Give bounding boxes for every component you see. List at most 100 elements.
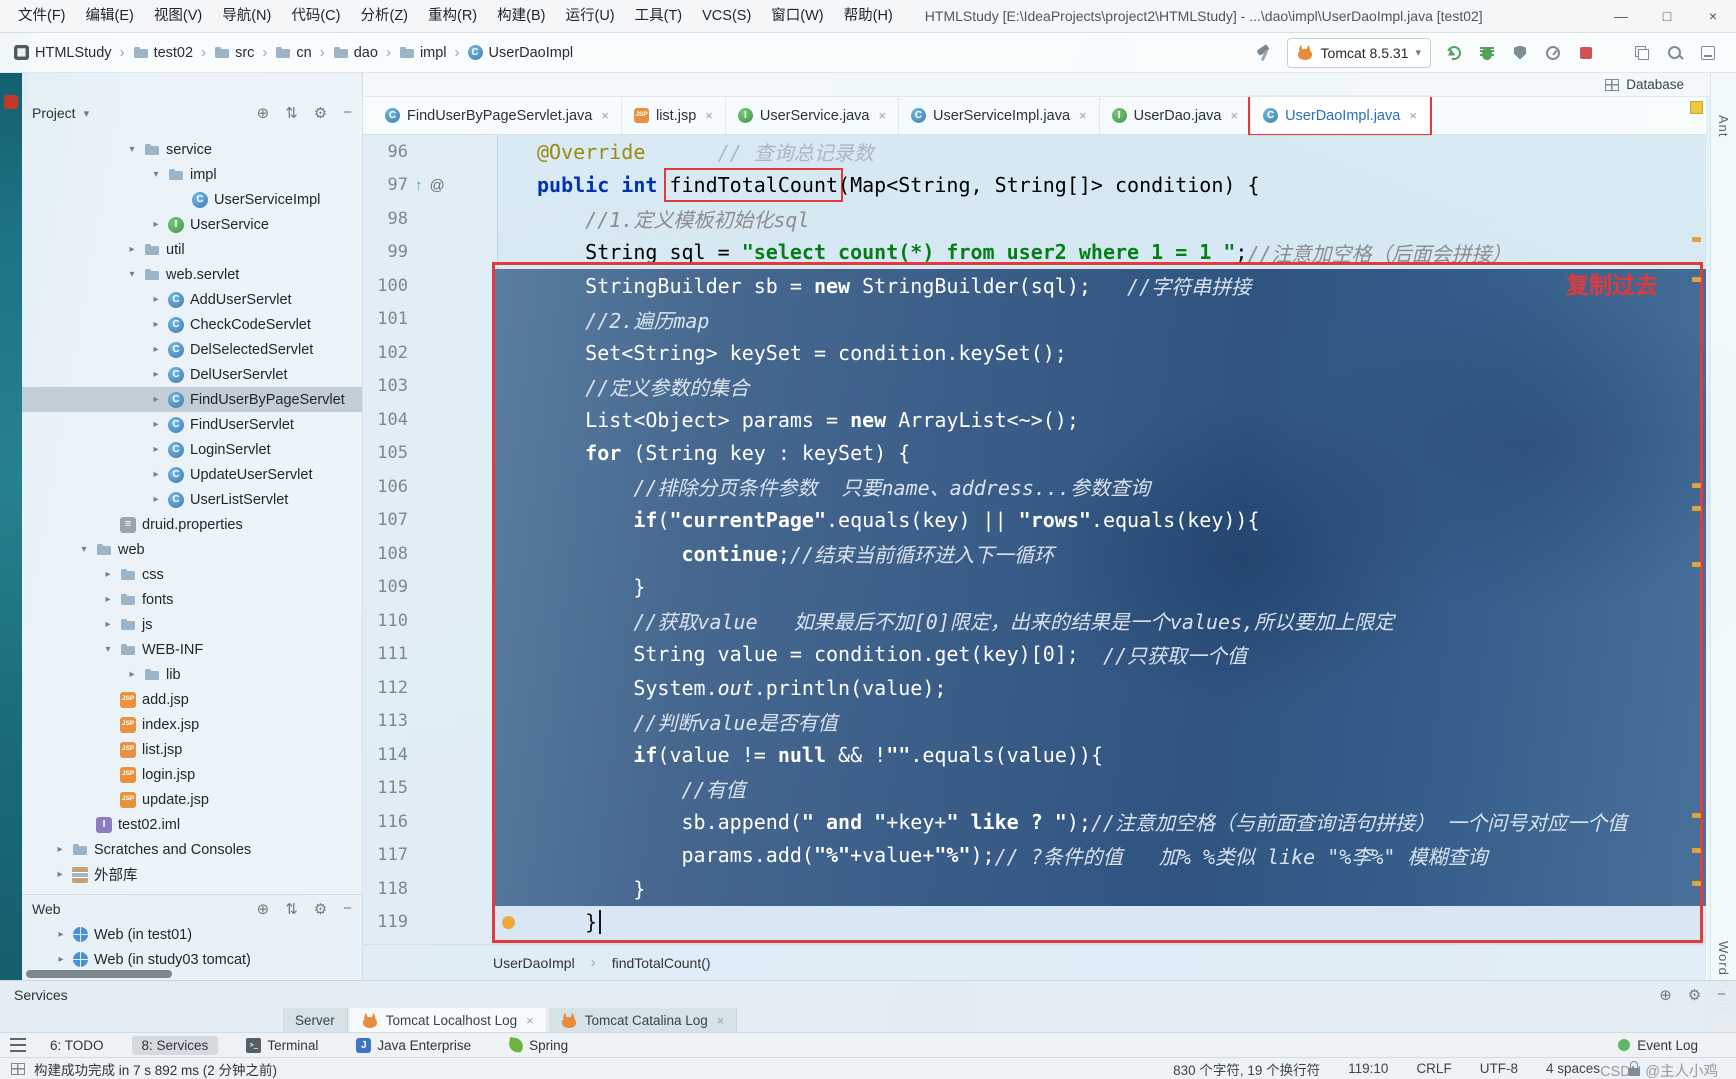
chevron-closed-icon[interactable]: ▸ [54,869,66,880]
code-editor[interactable]: 96@Override // 查询总记录数97↑@public int find… [363,135,1706,944]
tree-item-deluserservlet[interactable]: ▸CDelUserServlet [22,362,362,387]
chevron-open-icon[interactable]: ▾ [102,644,114,655]
tool-window-button-java-enterprise[interactable]: JJava Enterprise [346,1036,481,1055]
chevron-open-icon[interactable]: ▾ [78,544,90,555]
code-text[interactable]: //判断value是否有值 [497,707,1706,736]
tree-item-index-jsp[interactable]: JSPindex.jsp [22,712,362,737]
project-tool-icon[interactable] [4,95,18,109]
code-line-98[interactable]: 98 //1.定义模板初始化sql [363,202,1706,236]
maximize-button[interactable]: □ [1644,0,1690,33]
gutter-line-104[interactable]: 104 [363,410,497,430]
code-line-114[interactable]: 114 if(value != null && !"".equals(value… [363,738,1706,772]
breadcrumb-item-src[interactable]: src [212,45,256,61]
code-line-118[interactable]: 118 } [363,872,1706,906]
tool-window-button-terminal[interactable]: >_Terminal [236,1036,328,1055]
code-line-104[interactable]: 104 List<Object> params = new ArrayList<… [363,403,1706,437]
code-text[interactable]: String sql = "select count(*) from user2… [497,238,1706,267]
code-text[interactable]: Set<String> keySet = condition.keySet(); [497,341,1706,365]
tab-userserviceimpl-java[interactable]: CUserServiceImpl.java× [899,97,1100,134]
project-panel-title[interactable]: Project [32,105,76,121]
tab-finduserbypageservlet-java[interactable]: CFindUserByPageServlet.java× [373,97,622,134]
tab-userdaoimpl-java[interactable]: CUserDaoImpl.java× [1251,97,1430,134]
locate-icon[interactable]: ⊕ [257,104,270,122]
status-item-2[interactable]: CRLF [1416,1061,1451,1076]
close-icon[interactable]: × [705,108,713,123]
services-tab-tomcat-catalina-log[interactable]: Tomcat Catalina Log× [549,1008,738,1033]
gutter-line-99[interactable]: 99 [363,242,497,262]
tree-item-css[interactable]: ▸css [22,562,362,587]
chevron-closed-icon[interactable]: ▸ [150,344,162,355]
menu-item-导航-n-[interactable]: 导航(N) [212,0,281,33]
horizontal-scrollbar[interactable] [26,970,172,978]
tree-item-userlistservlet[interactable]: ▸CUserListServlet [22,487,362,512]
gutter-line-109[interactable]: 109 [363,577,497,597]
code-text[interactable]: @Override // 查询总记录数 [497,137,1706,166]
code-text[interactable]: if("currentPage".equals(key) || "rows".e… [497,508,1706,532]
stop-icon[interactable] [1576,43,1596,63]
gutter-line-115[interactable]: 115 [363,778,497,798]
profiler-icon[interactable] [1543,43,1563,63]
breadcrumb-item-userdaoimpl[interactable]: CUserDaoImpl [466,45,576,61]
updown-icon[interactable]: ⇅ [285,900,298,918]
tree-item-fonts[interactable]: ▸fonts [22,587,362,612]
code-line-103[interactable]: 103 //定义参数的集合 [363,370,1706,404]
tool-window-button-spring[interactable]: Spring [499,1036,578,1055]
search-icon[interactable] [1665,43,1685,63]
gutter-line-119[interactable]: 119 [363,912,497,932]
chevron-open-icon[interactable]: ▾ [126,269,138,280]
code-line-99[interactable]: 99 String sql = "select count(*) from us… [363,236,1706,270]
menu-item-构建-b-[interactable]: 构建(B) [487,0,555,33]
services-tab-server[interactable]: Server [283,1008,348,1033]
menu-item-vcs-s-[interactable]: VCS(S) [692,0,761,33]
chevron-closed-icon[interactable]: ▸ [150,369,162,380]
code-line-102[interactable]: 102 Set<String> keySet = condition.keySe… [363,336,1706,370]
code-text[interactable]: //排除分页条件参数 只要name、address...参数查询 [497,472,1706,501]
chevron-closed-icon[interactable]: ▸ [150,294,162,305]
code-line-109[interactable]: 109 } [363,571,1706,605]
code-text[interactable]: continue;//结束当前循环进入下一循环 [497,539,1706,568]
code-line-106[interactable]: 106 //排除分页条件参数 只要name、address...参数查询 [363,470,1706,504]
menu-item-窗口-w-[interactable]: 窗口(W) [761,0,833,33]
chevron-closed-icon[interactable]: ▸ [150,319,162,330]
tree-item-userservice[interactable]: ▸IUserService [22,212,362,237]
code-text[interactable]: } [497,910,1706,934]
breadcrumb-item-test02[interactable]: test02 [131,45,196,61]
breadcrumb-item-cn[interactable]: cn [273,45,313,61]
hammer-icon[interactable] [1254,43,1274,63]
tree-item-web-servlet[interactable]: ▾web.servlet [22,262,362,287]
menu-item-重构-r-[interactable]: 重构(R) [418,0,487,33]
code-line-100[interactable]: 100 StringBuilder sb = new StringBuilder… [363,269,1706,303]
panel-icon[interactable] [1698,43,1718,63]
tree-item-list-jsp[interactable]: JSPlist.jsp [22,737,362,762]
chevron-closed-icon[interactable]: ▸ [55,929,67,940]
code-line-115[interactable]: 115 //有值 [363,772,1706,806]
menu-item-分析-z-[interactable]: 分析(Z) [350,0,418,33]
tree-item-adduserservlet[interactable]: ▸CAddUserServlet [22,287,362,312]
chevron-closed-icon[interactable]: ▸ [150,494,162,505]
gutter-line-97[interactable]: 97↑@ [363,175,497,195]
tree-item-login-jsp[interactable]: JSPlogin.jsp [22,762,362,787]
gutter-line-105[interactable]: 105 [363,443,497,463]
code-text[interactable]: //2.遍历map [497,305,1706,334]
tree-item-util[interactable]: ▸util [22,237,362,262]
code-line-110[interactable]: 110 //获取value 如果最后不加[0]限定，出来的结果是一个values… [363,604,1706,638]
services-panel-title[interactable]: Services [14,987,68,1003]
gutter-line-107[interactable]: 107 [363,510,497,530]
code-line-119[interactable]: 119 } [363,906,1706,940]
code-text[interactable]: StringBuilder sb = new StringBuilder(sql… [497,271,1706,300]
gutter-line-101[interactable]: 101 [363,309,497,329]
code-line-116[interactable]: 116 sb.append(" and "+key+" like ? ");//… [363,805,1706,839]
tree-item-add-jsp[interactable]: JSPadd.jsp [22,687,362,712]
close-icon[interactable]: × [717,1013,725,1028]
tab-list-jsp[interactable]: JSPlist.jsp× [622,97,726,134]
tree-item-service[interactable]: ▾service [22,137,362,162]
breadcrumb-item-dao[interactable]: dao [331,45,380,61]
gutter-line-106[interactable]: 106 [363,477,497,497]
chevron-open-icon[interactable]: ▾ [150,169,162,180]
hide-icon[interactable]: − [1717,986,1726,1004]
code-line-97[interactable]: 97↑@public int findTotalCount(Map<String… [363,169,1706,203]
close-icon[interactable]: × [878,108,886,123]
code-text[interactable]: //1.定义模板初始化sql [497,204,1706,233]
web-item-web-in-test01-[interactable]: ▸Web (in test01) [22,922,362,947]
tree-item-loginservlet[interactable]: ▸CLoginServlet [22,437,362,462]
